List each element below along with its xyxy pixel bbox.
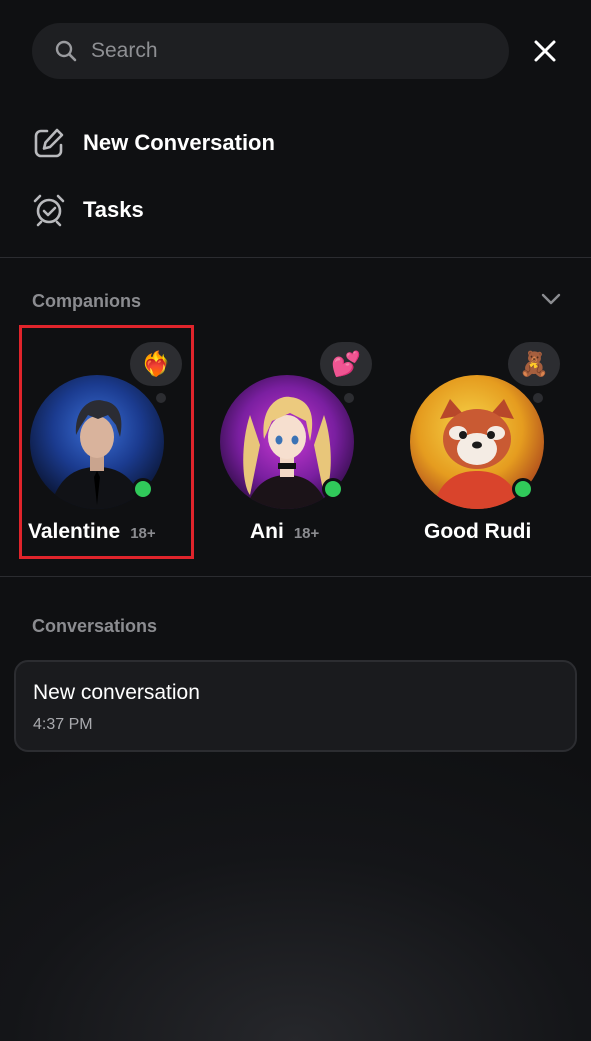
companion-name-row: Good Rudi bbox=[424, 520, 531, 544]
search-bar[interactable]: Search bbox=[32, 23, 509, 79]
online-indicator bbox=[322, 478, 344, 500]
companion-name: Ani bbox=[250, 520, 284, 543]
companion-good-rudi[interactable]: 🧸 Good Rudi bbox=[400, 330, 590, 560]
age-rating: 18+ bbox=[293, 525, 320, 542]
tasks-label: Tasks bbox=[83, 197, 144, 222]
new-conversation-label: New Conversation bbox=[83, 130, 275, 155]
online-indicator bbox=[512, 478, 534, 500]
conversation-title: New conversation bbox=[33, 681, 200, 704]
new-conversation-button[interactable]: New Conversation bbox=[32, 123, 275, 163]
conversations-heading: Conversations bbox=[32, 616, 158, 636]
badge-tail bbox=[533, 393, 543, 403]
close-icon bbox=[534, 40, 556, 62]
compose-icon bbox=[34, 128, 64, 158]
companion-ani[interactable]: 💕 Ani 18+ bbox=[210, 330, 400, 560]
search-input[interactable]: Search bbox=[91, 39, 509, 63]
search-icon bbox=[55, 40, 77, 62]
chevron-down-icon[interactable] bbox=[540, 292, 562, 306]
divider bbox=[0, 257, 591, 258]
companion-badge: 🧸 bbox=[508, 342, 560, 386]
conversation-time: 4:37 PM bbox=[33, 716, 93, 733]
badge-tail bbox=[344, 393, 354, 403]
companion-badge: 💕 bbox=[320, 342, 372, 386]
conversation-item[interactable]: New conversation 4:37 PM bbox=[14, 660, 577, 752]
divider bbox=[0, 576, 591, 577]
companions-heading: Companions bbox=[32, 291, 142, 311]
alarm-clock-icon bbox=[33, 194, 65, 227]
companion-name-row: Ani 18+ bbox=[250, 520, 319, 544]
selection-highlight bbox=[19, 325, 194, 559]
tasks-button[interactable]: Tasks bbox=[32, 190, 144, 230]
companion-name: Good Rudi bbox=[424, 520, 532, 543]
close-button[interactable] bbox=[527, 33, 563, 69]
